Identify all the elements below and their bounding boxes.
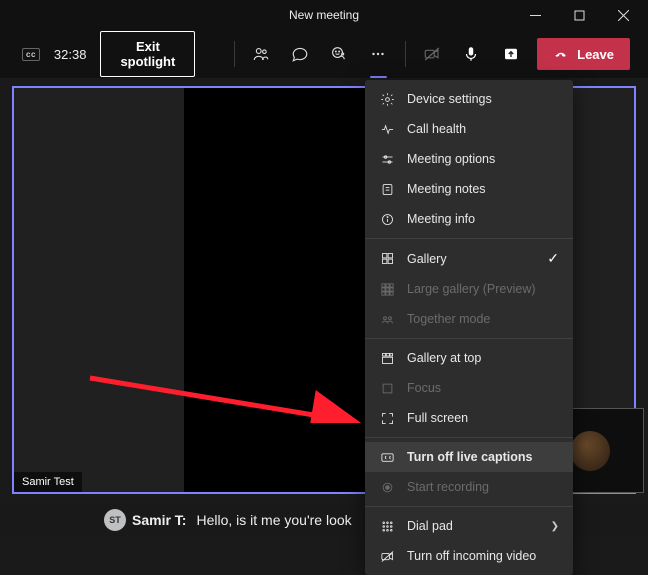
menu-focus: Focus — [365, 373, 573, 403]
pulse-icon — [379, 121, 395, 137]
gear-icon — [379, 91, 395, 107]
check-icon: ✓ — [547, 250, 559, 267]
fullscreen-icon — [379, 410, 395, 426]
people-icon[interactable] — [248, 37, 273, 71]
record-icon — [379, 479, 395, 495]
info-icon — [379, 211, 395, 227]
menu-full-screen[interactable]: Full screen — [365, 403, 573, 433]
menu-meeting-options[interactable]: Meeting options — [365, 144, 573, 174]
caption-speaker: Samir T: — [132, 512, 186, 528]
caption-avatar: ST — [104, 509, 126, 531]
divider — [405, 41, 406, 67]
dialpad-icon — [379, 518, 395, 534]
more-actions-menu: Device settings Call health Meeting opti… — [365, 80, 573, 575]
participant-name-tag: Samir Test — [14, 472, 82, 492]
menu-large-gallery: Large gallery (Preview) — [365, 274, 573, 304]
menu-together-mode: Together mode — [365, 304, 573, 334]
note-icon — [379, 181, 395, 197]
menu-meeting-notes[interactable]: Meeting notes — [365, 174, 573, 204]
maximize-button[interactable] — [558, 0, 600, 30]
cc-indicator: cc — [22, 48, 40, 61]
avatar — [570, 431, 610, 471]
together-icon — [379, 311, 395, 327]
sliders-icon — [379, 151, 395, 167]
menu-meeting-info[interactable]: Meeting info — [365, 204, 573, 234]
meeting-toolbar: cc 32:38 Exit spotlight Leave — [0, 30, 648, 78]
gallery-top-icon — [379, 350, 395, 366]
menu-turn-off-captions[interactable]: Turn off live captions — [365, 442, 573, 472]
share-icon[interactable] — [498, 37, 523, 71]
leave-button[interactable]: Leave — [537, 38, 630, 70]
chat-icon[interactable] — [288, 37, 313, 71]
exit-spotlight-button[interactable]: Exit spotlight — [100, 31, 195, 77]
menu-gallery-top[interactable]: Gallery at top — [365, 343, 573, 373]
leave-label: Leave — [577, 47, 614, 62]
mic-icon[interactable] — [459, 37, 484, 71]
more-actions-button[interactable] — [366, 37, 391, 71]
title-bar: New meeting — [0, 0, 648, 30]
focus-icon — [379, 380, 395, 396]
menu-device-settings[interactable]: Device settings — [365, 84, 573, 114]
minimize-button[interactable] — [514, 0, 556, 30]
divider — [234, 41, 235, 67]
cc-icon — [379, 449, 395, 465]
video-off-icon — [379, 548, 395, 564]
menu-dial-pad[interactable]: Dial pad ❯ — [365, 511, 573, 541]
caption-text: Hello, is it me you're look — [196, 512, 351, 528]
menu-gallery[interactable]: Gallery ✓ — [365, 243, 573, 274]
window-title: New meeting — [134, 8, 514, 22]
close-button[interactable] — [602, 0, 644, 30]
camera-icon[interactable] — [420, 37, 445, 71]
grid-large-icon — [379, 281, 395, 297]
grid-icon — [379, 251, 395, 267]
menu-call-health[interactable]: Call health — [365, 114, 573, 144]
meeting-timer: 32:38 — [54, 47, 87, 62]
menu-turn-off-incoming-video[interactable]: Turn off incoming video — [365, 541, 573, 571]
menu-start-recording: Start recording — [365, 472, 573, 502]
chevron-right-icon: ❯ — [551, 521, 559, 532]
reactions-icon[interactable] — [327, 37, 352, 71]
